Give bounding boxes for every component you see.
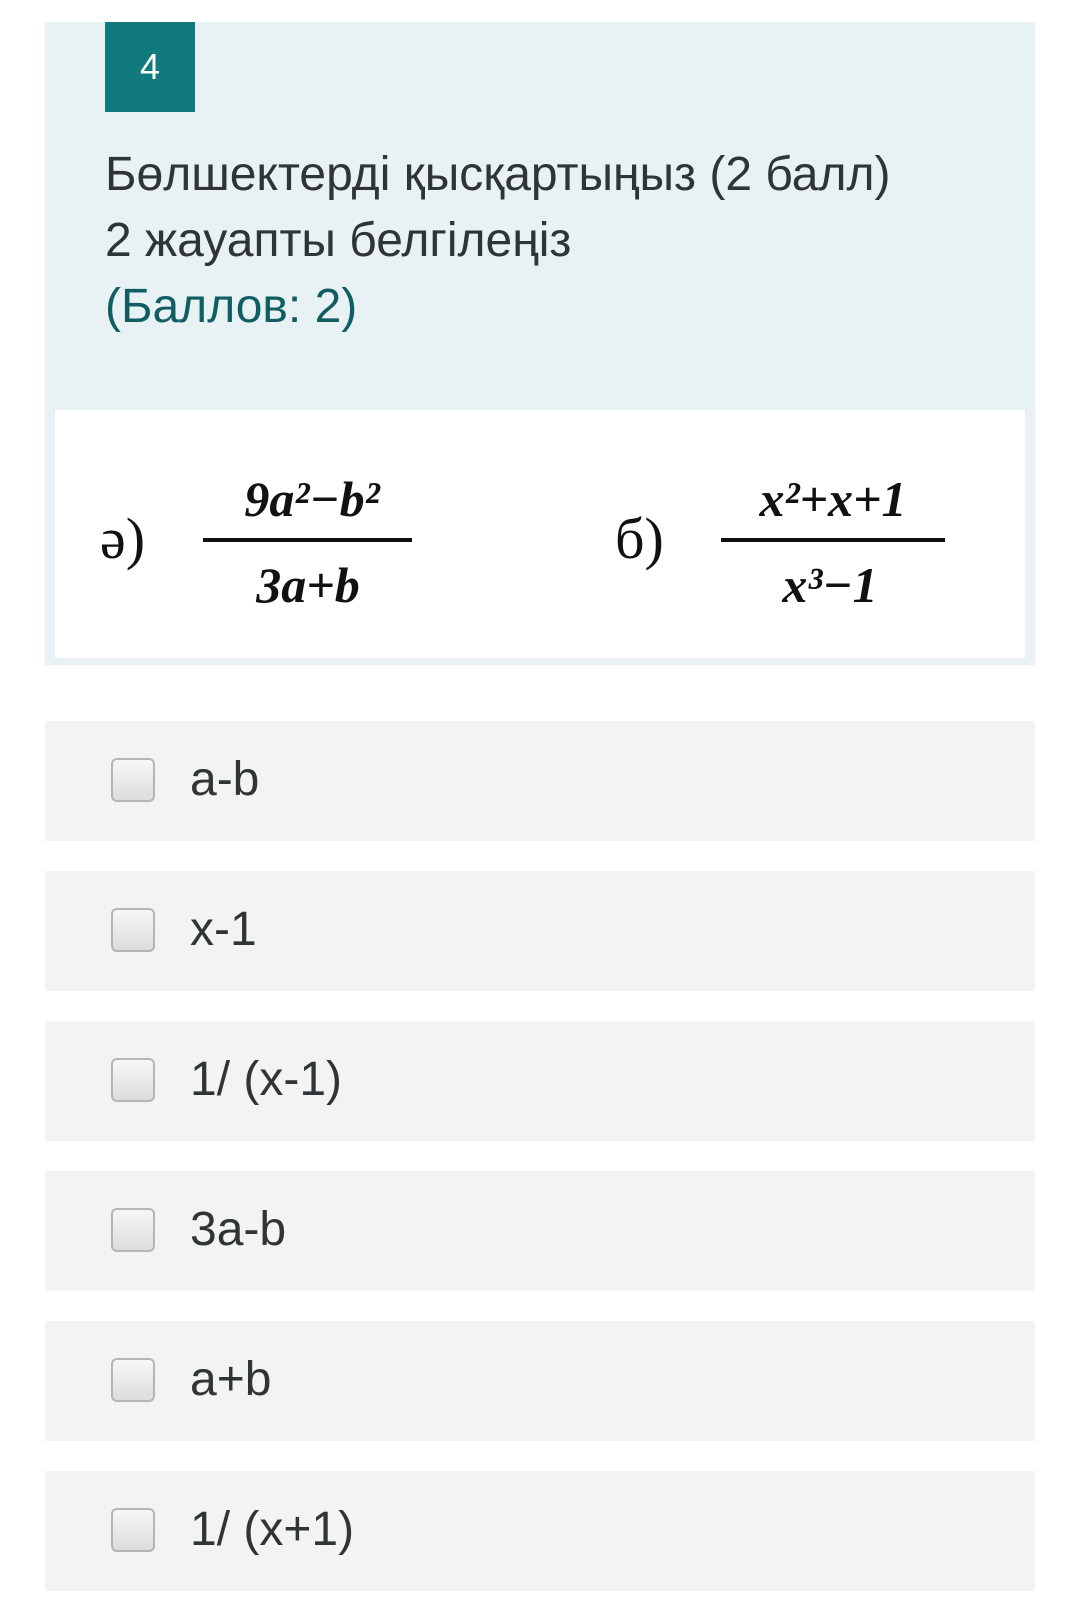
answer-label[interactable]: 1/ (x+1)	[190, 1501, 354, 1559]
answer-list: a-b x-1 1/ (x-1) 3a-b a+b 1/ (x+1)	[45, 721, 1035, 1621]
answer-option-2[interactable]: x-1	[45, 871, 1035, 991]
question-number-badge: 4	[105, 22, 195, 112]
answer-label[interactable]: x-1	[190, 901, 257, 959]
question-prompt: Бөлшектерді қысқартыңыз (2 балл) 2 жауап…	[105, 148, 891, 267]
checkbox[interactable]	[111, 1358, 155, 1402]
formula-a-denominator: 3a+b	[255, 557, 360, 613]
answer-option-6[interactable]: 1/ (x+1)	[45, 1471, 1035, 1591]
checkbox[interactable]	[111, 1208, 155, 1252]
answer-option-4[interactable]: 3a-b	[45, 1171, 1035, 1291]
answer-option-5[interactable]: a+b	[45, 1321, 1035, 1441]
formula-a-numerator: 9a²−b²	[244, 471, 380, 527]
question-text-block: Бөлшектерді қысқартыңыз (2 балл) 2 жауап…	[105, 142, 905, 340]
answer-option-3[interactable]: 1/ (x-1)	[45, 1021, 1035, 1141]
checkbox[interactable]	[111, 1058, 155, 1102]
fractions-image: ә) 9a²−b² 3a+b б) x²+x+1 x³−1	[100, 471, 945, 613]
checkbox[interactable]	[111, 758, 155, 802]
answer-label[interactable]: 3a-b	[190, 1201, 286, 1259]
formula-b-numerator: x²+x+1	[759, 471, 907, 527]
formula-a-label: ә)	[100, 506, 145, 571]
question-image: ә) 9a²−b² 3a+b б) x²+x+1 x³−1	[55, 410, 1025, 658]
answer-label[interactable]: a+b	[190, 1351, 271, 1409]
formula-b-denominator: x³−1	[781, 557, 877, 613]
formula-b-label: б)	[615, 506, 664, 571]
answer-label[interactable]: 1/ (x-1)	[190, 1051, 342, 1109]
answer-option-1[interactable]: a-b	[45, 721, 1035, 841]
answer-label[interactable]: a-b	[190, 751, 259, 809]
checkbox[interactable]	[111, 908, 155, 952]
checkbox[interactable]	[111, 1508, 155, 1552]
question-card: 4 Бөлшектерді қысқартыңыз (2 балл) 2 жау…	[45, 22, 1035, 665]
question-points: (Баллов: 2)	[105, 280, 358, 333]
